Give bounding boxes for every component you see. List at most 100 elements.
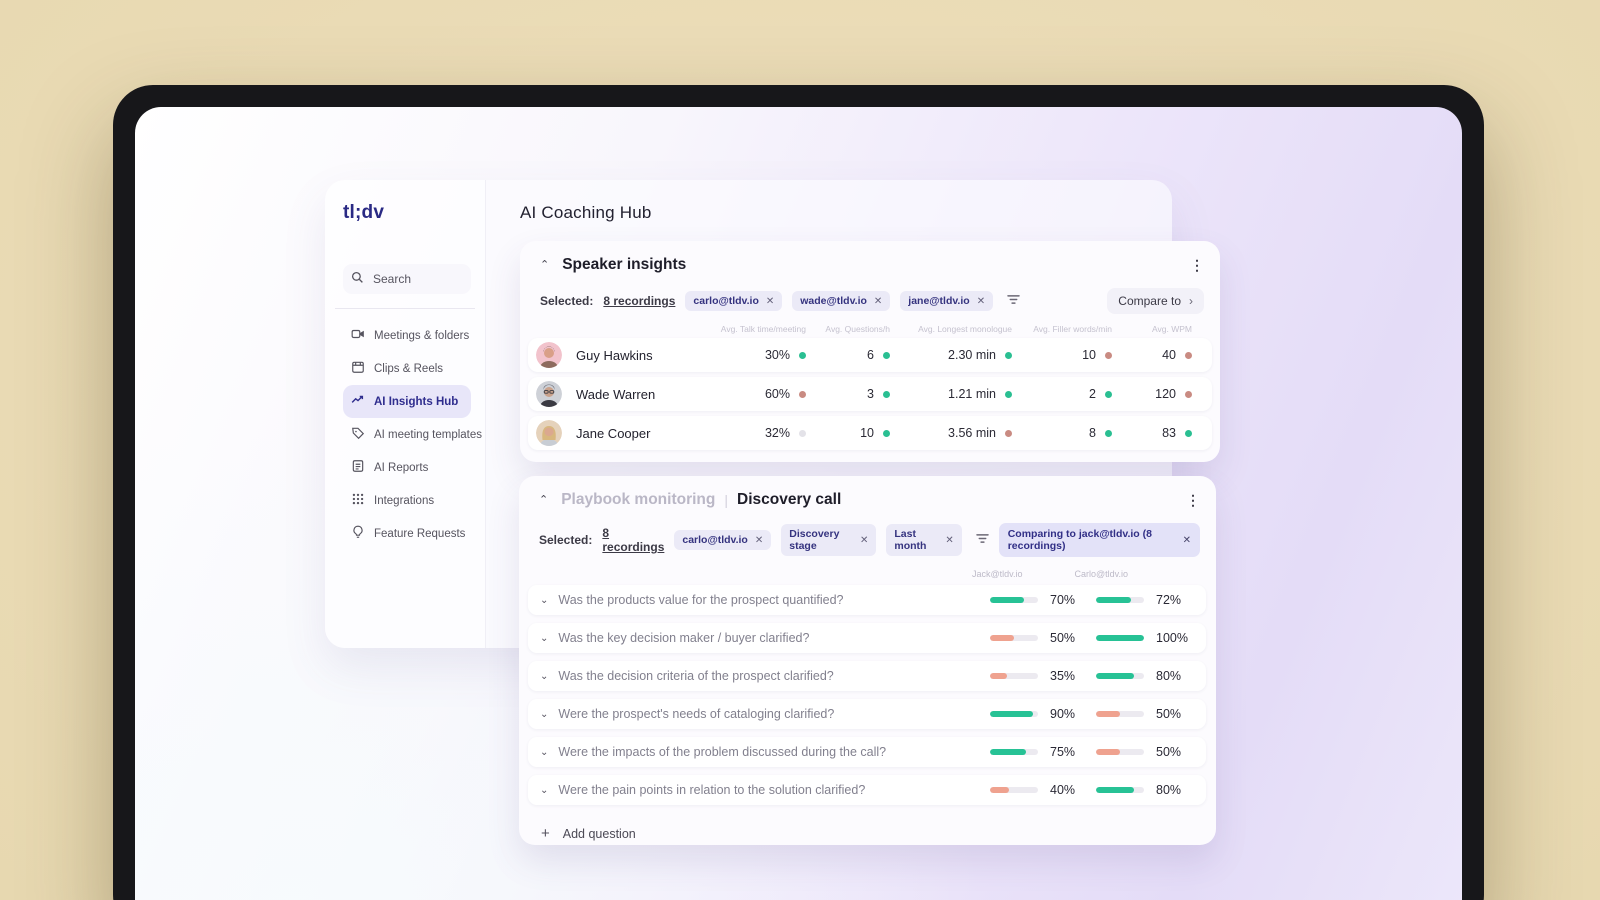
chip-close-icon[interactable]: ✕ <box>977 296 985 307</box>
status-dot <box>883 351 890 359</box>
metric-value: 2.30 min <box>948 348 996 362</box>
filter-chip-jane[interactable]: jane@tldv.io ✕ <box>900 291 994 311</box>
sidebar-item-clips-reels[interactable]: Clips & Reels <box>343 352 471 385</box>
question-row[interactable]: ⌄ Was the decision criteria of the prosp… <box>528 661 1206 691</box>
filter-chip-last-month[interactable]: Last month ✕ <box>886 524 962 556</box>
progress-value: 50% <box>1050 631 1076 645</box>
status-dot <box>1185 390 1192 398</box>
sidebar-divider <box>335 308 475 309</box>
filter-chip-carlo[interactable]: carlo@tldv.io ✕ <box>674 530 772 550</box>
chip-close-icon[interactable]: ✕ <box>755 535 763 546</box>
status-dot <box>799 429 806 437</box>
status-dot <box>1005 351 1012 359</box>
question-row[interactable]: ⌄ Were the pain points in relation to th… <box>528 775 1206 805</box>
chip-label: Last month <box>894 528 927 552</box>
metric-value: 3 <box>867 387 874 401</box>
progress-bar <box>1096 673 1144 679</box>
filter-icon[interactable] <box>975 531 989 549</box>
table-row-jane-cooper[interactable]: Jane Cooper 32% 10 3.56 min 8 83 <box>528 416 1212 450</box>
chip-close-icon[interactable]: ✕ <box>766 296 774 307</box>
chip-close-icon[interactable]: ✕ <box>874 296 882 307</box>
chevron-down-icon[interactable]: ⌄ <box>540 709 548 720</box>
collapse-chevron-icon[interactable]: ⌃ <box>540 259 549 271</box>
add-question-label: Add question <box>562 826 636 841</box>
metric-value: 120 <box>1155 387 1176 401</box>
progress-bar <box>1096 635 1144 641</box>
filter-chip-carlo[interactable]: carlo@tldv.io ✕ <box>685 291 783 311</box>
compare-to-button[interactable]: Compare to › <box>1107 288 1204 314</box>
chevron-right-icon: › <box>1189 294 1193 308</box>
sidebar-item-label: Integrations <box>374 494 435 507</box>
title-separator: | <box>724 492 729 508</box>
chevron-down-icon[interactable]: ⌄ <box>540 785 548 796</box>
metric-value: 60% <box>764 387 790 401</box>
status-dot <box>883 390 890 398</box>
speaker-filters-row: Selected: 8 recordings carlo@tldv.io ✕ w… <box>520 274 1220 314</box>
question-row[interactable]: ⌄ Were the impacts of the problem discus… <box>528 737 1206 767</box>
chip-label: jane@tldv.io <box>908 295 970 307</box>
comparing-chip-label: Comparing to jack@tldv.io (8 recordings) <box>1007 528 1152 552</box>
search-input[interactable]: Search <box>343 264 471 294</box>
metric-value: 83 <box>1162 426 1176 440</box>
sidebar-item-ai-reports[interactable]: AI Reports <box>343 451 471 484</box>
progress-bar <box>1096 749 1144 755</box>
column-header: Carlo@tldv.io <box>1074 569 1129 579</box>
table-row-guy-hawkins[interactable]: Guy Hawkins 30% 6 2.30 min 10 40 <box>528 338 1212 372</box>
progress-bar <box>990 597 1038 603</box>
sidebar-item-ai-insights-hub[interactable]: AI Insights Hub <box>343 385 471 418</box>
sidebar-item-feature-requests[interactable]: Feature Requests <box>343 517 471 550</box>
status-dot <box>1105 351 1112 359</box>
kebab-menu-icon[interactable]: ⋮ <box>1190 258 1204 272</box>
chevron-down-icon[interactable]: ⌄ <box>540 747 548 758</box>
sidebar-item-integrations[interactable]: Integrations <box>343 484 471 517</box>
search-icon <box>351 271 364 287</box>
avatar <box>536 381 562 407</box>
sidebar-item-meetings-folders[interactable]: Meetings & folders <box>343 319 471 352</box>
chip-close-icon[interactable]: ✕ <box>860 535 868 546</box>
column-header: Avg. Talk time/meeting <box>720 324 806 334</box>
filter-chip-discovery-stage[interactable]: Discovery stage ✕ <box>781 524 877 556</box>
add-question-button[interactable]: + Add question <box>519 813 1216 842</box>
status-dot <box>799 390 806 398</box>
filter-chip-wade[interactable]: wade@tldv.io ✕ <box>792 291 891 311</box>
progress-value: 80% <box>1156 783 1182 797</box>
metric-value: 3.56 min <box>948 426 996 440</box>
sidebar-item-label: Feature Requests <box>374 527 466 540</box>
playbook-title-muted[interactable]: Playbook monitoring <box>561 491 715 509</box>
question-row[interactable]: ⌄ Was the key decision maker / buyer cla… <box>528 623 1206 653</box>
question-row[interactable]: ⌄ Were the prospect's needs of catalogin… <box>528 699 1206 729</box>
chip-close-icon[interactable]: ✕ <box>945 535 953 546</box>
sidebar-item-label: AI meeting templates <box>374 428 483 441</box>
avatar <box>536 420 562 446</box>
progress-bar <box>990 749 1038 755</box>
playbook-filters-row: Selected: 8 recordings carlo@tldv.io ✕ D… <box>519 509 1216 557</box>
metric-value: 10 <box>860 426 874 440</box>
sidebar: tl;dv Search Meetings & folders Clips & … <box>325 180 486 648</box>
question-row[interactable]: ⌄ Was the products value for the prospec… <box>528 585 1206 615</box>
chevron-down-icon[interactable]: ⌄ <box>540 633 548 644</box>
chip-close-icon[interactable]: ✕ <box>1183 535 1191 546</box>
lightbulb-icon <box>351 525 365 542</box>
selected-count-link[interactable]: 8 recordings <box>602 526 664 554</box>
comparing-chip[interactable]: Comparing to jack@tldv.io (8 recordings)… <box>998 523 1201 557</box>
question-text: Were the pain points in relation to the … <box>558 783 866 797</box>
chevron-down-icon[interactable]: ⌄ <box>540 595 548 606</box>
kebab-menu-icon[interactable]: ⋮ <box>1186 493 1200 507</box>
sidebar-item-label: Clips & Reels <box>374 362 444 375</box>
page-title: AI Coaching Hub <box>520 203 652 222</box>
table-row-wade-warren[interactable]: Wade Warren 60% 3 1.21 min 2 120 <box>528 377 1212 411</box>
metric-value: 32% <box>764 426 790 440</box>
chevron-down-icon[interactable]: ⌄ <box>540 671 548 682</box>
speaker-insights-title: Speaker insights <box>562 256 687 273</box>
progress-value: 80% <box>1156 669 1182 683</box>
filter-icon[interactable] <box>1007 292 1020 310</box>
sidebar-item-ai-meeting-templates[interactable]: AI meeting templates <box>343 418 482 451</box>
metric-value: 2 <box>1089 387 1096 401</box>
search-label: Search <box>373 272 412 286</box>
metric-value: 1.21 min <box>948 387 996 401</box>
collapse-chevron-icon[interactable]: ⌃ <box>539 494 548 506</box>
selected-count-link[interactable]: 8 recordings <box>603 294 675 308</box>
avatar <box>536 342 562 368</box>
question-text: Were the prospect's needs of cataloging … <box>558 707 835 721</box>
clapperboard-icon <box>351 360 365 377</box>
